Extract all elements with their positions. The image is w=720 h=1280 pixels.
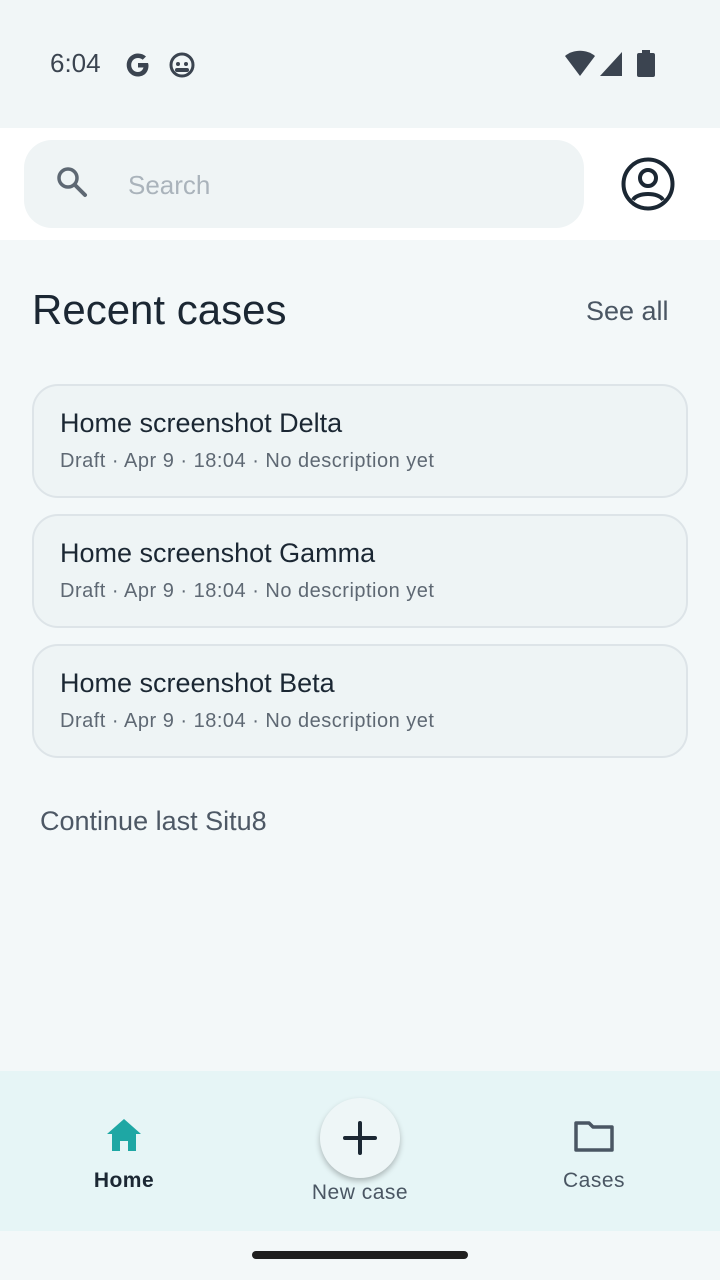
case-card[interactable]: Home screenshot Beta Draft · Apr 9 · 18:… — [32, 644, 688, 758]
account-icon[interactable] — [620, 156, 676, 217]
status-time: 6:04 — [50, 48, 101, 78]
nav-home-label: Home — [93, 1169, 155, 1192]
case-meta: Draft · Apr 9 · 18:04 · No description y… — [60, 710, 435, 732]
case-card[interactable]: Home screenshot Delta Draft · Apr 9 · 18… — [32, 384, 688, 498]
new-case-button[interactable] — [320, 1098, 400, 1178]
home-icon — [64, 1115, 184, 1155]
plus-icon — [342, 1120, 378, 1156]
nav-cases[interactable]: Cases — [534, 1115, 654, 1193]
search-icon — [54, 164, 90, 205]
gesture-handle[interactable] — [252, 1251, 468, 1259]
gesture-area — [0, 1231, 720, 1280]
case-meta: Draft · Apr 9 · 18:04 · No description y… — [60, 450, 435, 472]
see-all-link[interactable]: See all — [586, 296, 669, 327]
signal-icon — [598, 50, 624, 83]
search-input[interactable] — [128, 160, 558, 210]
case-title: Home screenshot Delta — [60, 408, 343, 438]
case-title: Home screenshot Beta — [60, 668, 335, 698]
android-debug-icon — [168, 50, 196, 85]
search-bar[interactable] — [24, 140, 584, 228]
wifi-icon — [564, 50, 596, 83]
folder-icon — [534, 1115, 654, 1155]
case-card[interactable]: Home screenshot Gamma Draft · Apr 9 · 18… — [32, 514, 688, 628]
nav-new-case-label-wrap[interactable]: New case — [280, 1181, 440, 1205]
case-title: Home screenshot Gamma — [60, 538, 376, 568]
nav-new-case-label: New case — [311, 1181, 409, 1204]
case-meta: Draft · Apr 9 · 18:04 · No description y… — [60, 580, 435, 602]
bottom-navigation: Home New case Cases — [0, 1071, 720, 1231]
status-bar: 6:04 — [0, 0, 720, 128]
nav-home[interactable]: Home — [64, 1115, 184, 1193]
google-g-icon — [124, 50, 152, 85]
continue-last-button[interactable]: Continue last Situ8 — [40, 806, 267, 837]
top-app-bar — [0, 128, 720, 240]
nav-cases-label: Cases — [562, 1169, 626, 1192]
battery-icon — [636, 50, 656, 83]
recent-cases-title: Recent cases — [32, 286, 287, 333]
